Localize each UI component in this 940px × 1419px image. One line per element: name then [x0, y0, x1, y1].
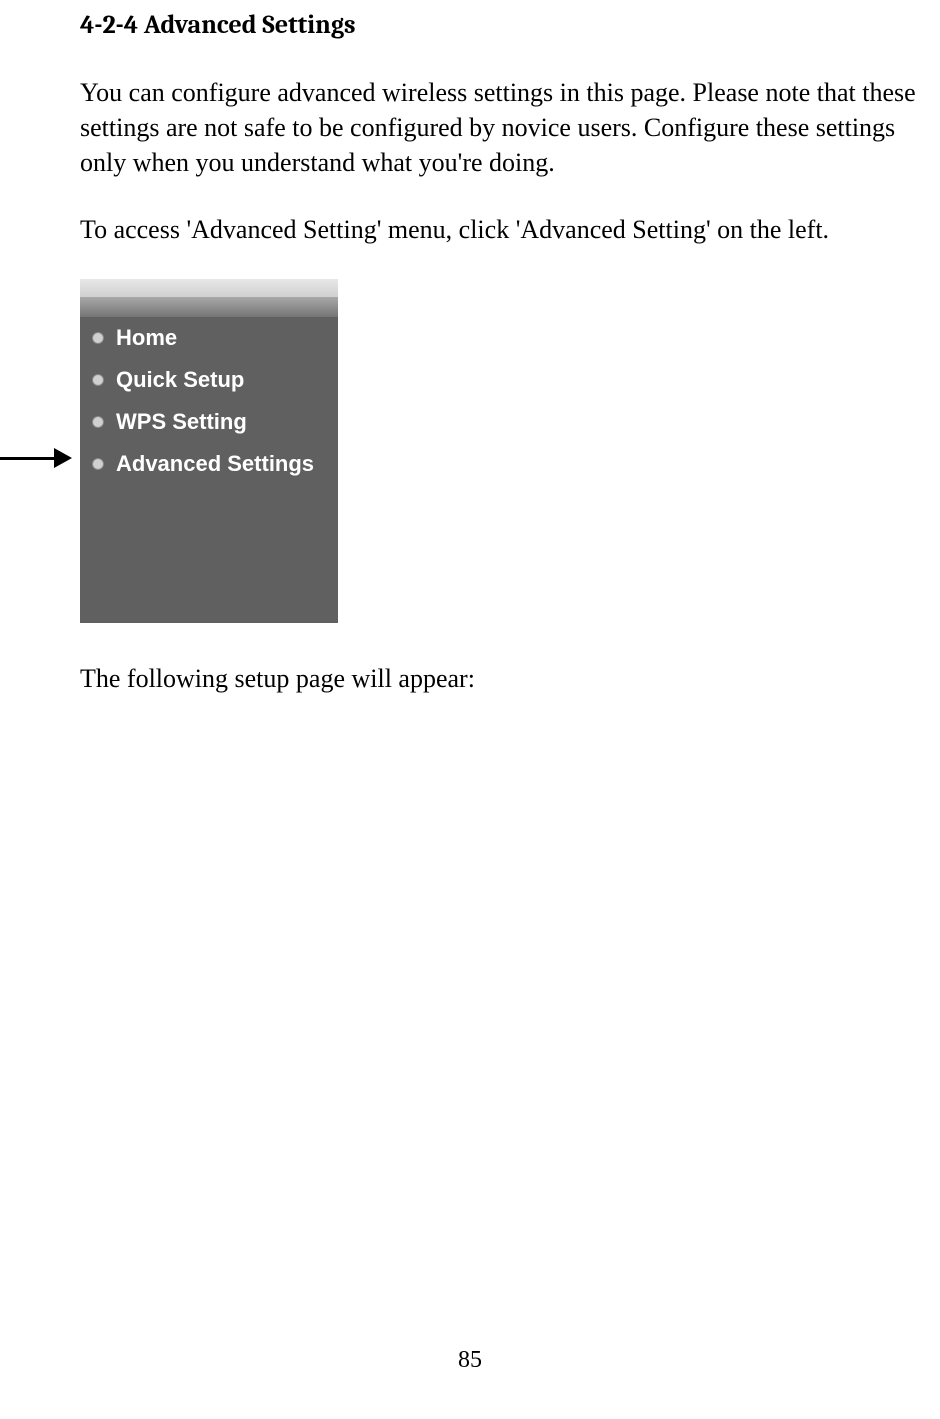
menu-item-label: Advanced Settings — [116, 451, 314, 477]
arrow-indicator — [0, 448, 72, 468]
menu-gradient — [80, 297, 338, 317]
menu-item-label: Quick Setup — [116, 367, 244, 393]
menu-item-wps-setting[interactable]: WPS Setting — [80, 401, 338, 443]
bullet-icon — [92, 332, 104, 344]
paragraph-intro: You can configure advanced wireless sett… — [80, 75, 930, 180]
paragraph-following: The following setup page will appear: — [80, 661, 930, 696]
arrow-head-icon — [54, 448, 72, 468]
bullet-icon — [92, 458, 104, 470]
menu-item-advanced-settings[interactable]: Advanced Settings — [80, 443, 338, 485]
menu-screenshot: Home Quick Setup WPS Setting Advanced Se… — [80, 279, 338, 623]
section-heading: 4-2-4 Advanced Settings — [80, 10, 940, 40]
menu-item-label: Home — [116, 325, 177, 351]
menu-item-quick-setup[interactable]: Quick Setup — [80, 359, 338, 401]
menu-title-bar — [80, 279, 338, 297]
arrow-line — [0, 457, 55, 460]
page-number: 85 — [0, 1347, 940, 1374]
bullet-icon — [92, 374, 104, 386]
menu-item-home[interactable]: Home — [80, 317, 338, 359]
menu-item-label: WPS Setting — [116, 409, 247, 435]
bullet-icon — [92, 416, 104, 428]
paragraph-access: To access 'Advanced Setting' menu, click… — [80, 212, 930, 247]
